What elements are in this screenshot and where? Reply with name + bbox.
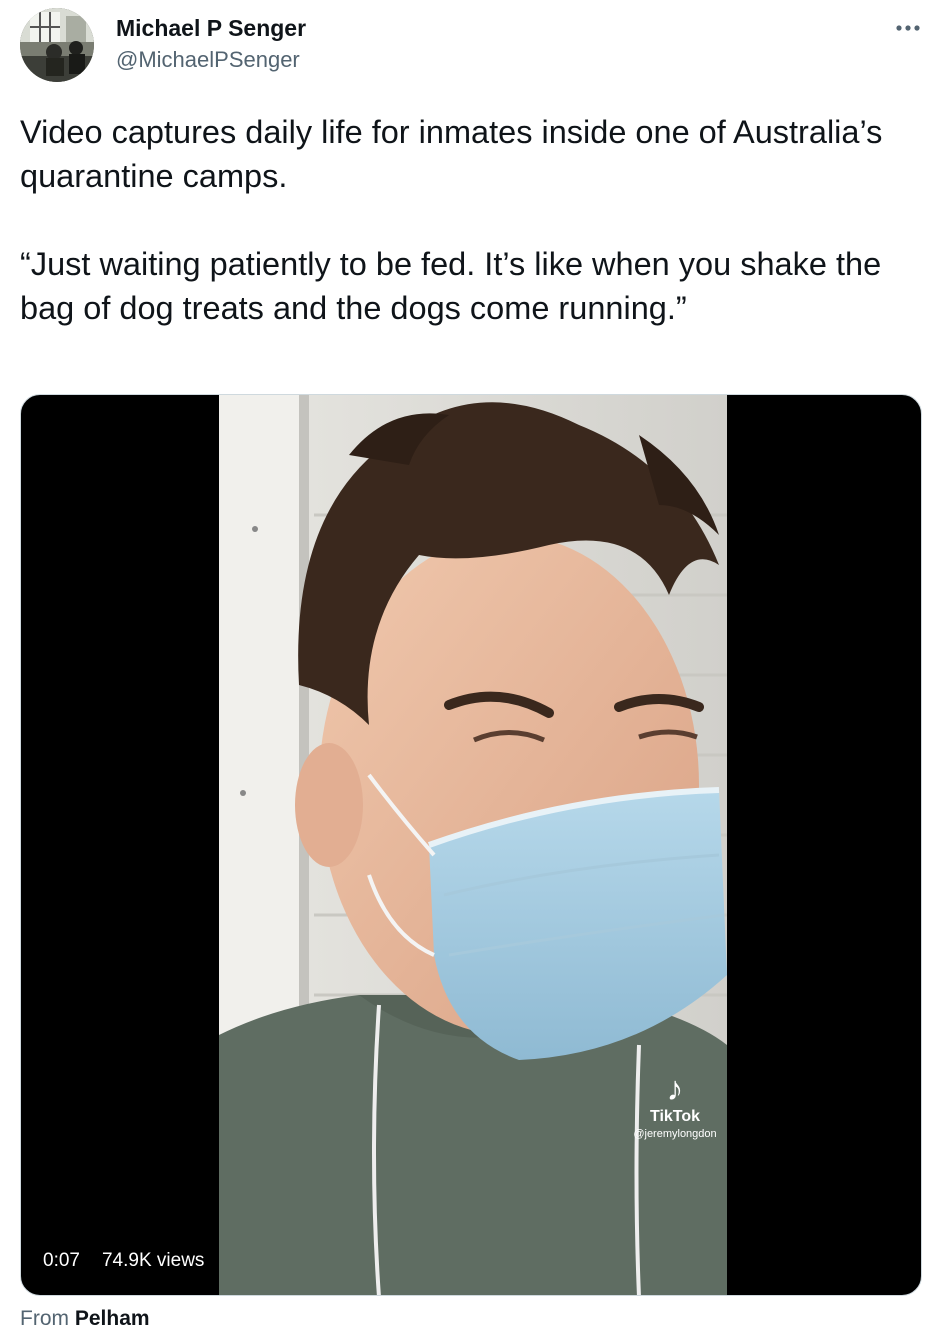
author-display-name[interactable]: Michael P Senger (116, 14, 306, 42)
author-info: Michael P Senger @MichaelPSenger (116, 14, 306, 74)
more-dots-icon (896, 25, 920, 31)
video-overlay: 0:07 74.9K views (35, 1245, 213, 1277)
video-duration: 0:07 (35, 1245, 88, 1277)
video-source: From Pelham (20, 1304, 150, 1334)
tweet-card: Michael P Senger @MichaelPSenger Video c… (0, 0, 938, 1340)
more-options-button[interactable] (892, 14, 924, 42)
source-prefix: From (20, 1307, 69, 1330)
tweet-text: Video captures daily life for inmates in… (20, 114, 883, 326)
video-views: 74.9K views (93, 1245, 213, 1277)
video-still-image (219, 395, 727, 1295)
author-avatar[interactable] (20, 8, 94, 82)
tiktok-logo-icon: ♪ (666, 1070, 684, 1108)
tiktok-username: @jeremylongdon (633, 1128, 717, 1140)
video-frame (219, 395, 727, 1295)
video-player[interactable]: ♪ TikTok @jeremylongdon 0:07 74.9K views (20, 394, 922, 1296)
source-name-link[interactable]: Pelham (75, 1307, 150, 1330)
profile-photo-icon (20, 8, 94, 82)
author-handle[interactable]: @MichaelPSenger (116, 46, 306, 74)
tiktok-watermark: ♪ TikTok @jeremylongdon (615, 1071, 735, 1141)
tiktok-brand: TikTok (649, 1108, 701, 1125)
